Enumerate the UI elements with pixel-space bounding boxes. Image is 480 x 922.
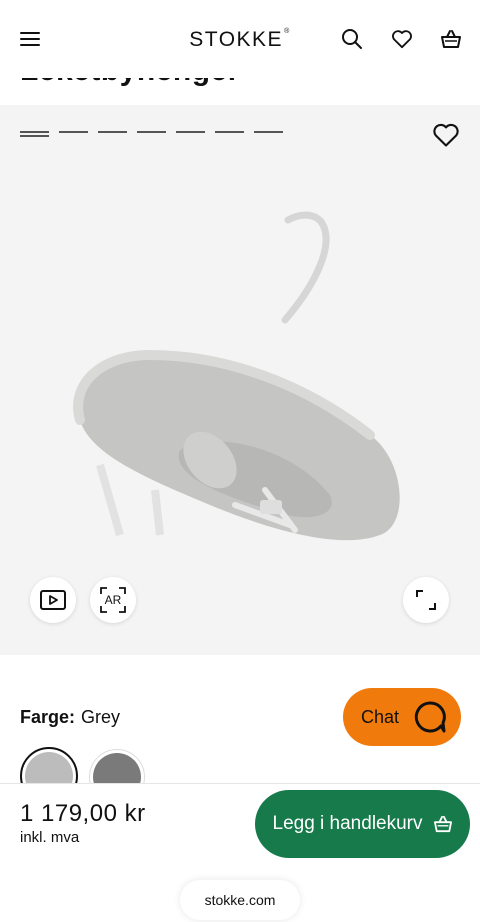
brand-name: STOKKE [189,28,284,51]
pagination-dot[interactable] [254,131,283,133]
color-label: Farge: [20,707,76,727]
color-selector-label: Farge: Grey [20,707,120,728]
chat-button[interactable]: Chat [343,688,461,746]
pagination-dot[interactable] [137,131,166,133]
basket-icon [433,815,452,833]
basket-icon[interactable] [438,26,464,52]
play-icon [40,590,66,610]
product-price: 1 179,00 kr [20,800,146,827]
search-icon[interactable] [339,26,365,52]
color-value: Grey [81,707,121,727]
product-image [73,211,400,541]
pagination-dot-active[interactable] [20,131,49,137]
vat-note: inkl. mva [20,829,80,846]
video-button[interactable] [30,577,76,623]
site-header: STOKKE® [0,0,480,78]
browser-url-bar[interactable]: stokke.com [180,880,300,920]
product-gallery[interactable]: AR [0,105,480,655]
ar-button[interactable]: AR [90,577,136,623]
pagination-dot[interactable] [215,131,244,133]
ar-label: AR [104,593,122,607]
url-text: stokke.com [204,892,276,908]
pagination-dot[interactable] [59,131,88,133]
wishlist-heart-icon[interactable] [432,122,460,153]
add-to-cart-button[interactable]: Legg i handlekurv [255,790,470,858]
pagination-dot[interactable] [98,131,127,133]
heart-icon[interactable] [389,26,415,52]
add-to-cart-label: Legg i handlekurv [272,813,423,834]
brand-mark: ® [284,28,291,35]
chat-label: Chat [361,706,400,727]
expand-icon [416,590,436,610]
pagination-dot[interactable] [176,131,205,133]
fullscreen-button[interactable] [403,577,449,623]
gallery-pagination [20,131,283,137]
chat-bubble-icon [414,701,446,733]
